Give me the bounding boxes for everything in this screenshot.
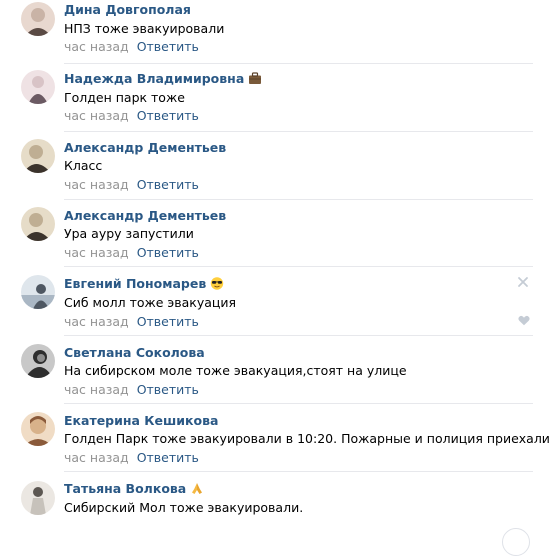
scroll-up-button[interactable] <box>502 528 530 556</box>
comment-text: На сибирском моле тоже эвакуация,стоят н… <box>64 363 407 378</box>
reply-link[interactable]: Ответить <box>137 177 199 192</box>
comment-meta: час назад Ответить <box>64 39 199 54</box>
comment-author[interactable]: Светлана Соколова <box>64 345 205 360</box>
comment-item: Татьяна Волкова Сибирский Мол тоже эваку… <box>0 479 549 547</box>
comment-text: Голден Парк тоже эвакуировали в 10:20. П… <box>64 431 549 446</box>
comment-time[interactable]: час назад <box>64 39 129 54</box>
comment-time[interactable]: час назад <box>64 245 129 260</box>
reply-link[interactable]: Ответить <box>137 382 199 397</box>
comment-meta: час назад Ответить <box>64 108 199 123</box>
avatar[interactable] <box>21 275 55 309</box>
comment-time[interactable]: час назад <box>64 450 129 465</box>
comment-author[interactable]: Александр Дементьев <box>64 208 226 223</box>
reply-link[interactable]: Ответить <box>137 39 199 54</box>
comment-item: Светлана Соколова На сибирском моле тоже… <box>0 342 549 410</box>
comment-item: Дина Довгополая НПЗ тоже эвакуировали ча… <box>0 0 549 68</box>
comment-author[interactable]: Евгений Пономарев <box>64 276 224 291</box>
comment-author[interactable]: Дина Довгополая <box>64 2 191 17</box>
comment-text: Ура ауру запустили <box>64 226 194 241</box>
comment-text: Голден парк тоже <box>64 90 185 105</box>
close-icon[interactable] <box>517 276 529 288</box>
divider <box>64 266 533 267</box>
comment-item: Александр Дементьев Класс час назад Ответ… <box>0 137 549 205</box>
comment-text: Класс <box>64 158 103 173</box>
comment-author[interactable]: Надежда Владимировна <box>64 71 262 86</box>
comment-meta: час назад Ответить <box>64 314 199 329</box>
comment-author[interactable]: Александр Дементьев <box>64 140 226 155</box>
avatar[interactable] <box>21 2 55 36</box>
reply-link[interactable]: Ответить <box>137 314 199 329</box>
comment-time[interactable]: час назад <box>64 177 129 192</box>
divider <box>64 335 533 336</box>
comment-item: Екатерина Кешикова Голден Парк тоже эвак… <box>0 410 549 478</box>
divider <box>64 471 533 472</box>
divider <box>64 131 533 132</box>
divider <box>64 199 533 200</box>
comment-meta: час назад Ответить <box>64 177 199 192</box>
praying-hands-icon <box>192 483 203 494</box>
comment-time[interactable]: час назад <box>64 108 129 123</box>
comment-text: НПЗ тоже эвакуировали <box>64 21 225 36</box>
comment-time[interactable]: час назад <box>64 382 129 397</box>
avatar[interactable] <box>21 481 55 515</box>
comment-item: Александр Дементьев Ура ауру запустили ч… <box>0 205 549 273</box>
comment-item: Евгений Пономарев Сиб молл тоже эвакуаци… <box>0 273 549 341</box>
comment-author[interactable]: Татьяна Волкова <box>64 481 204 496</box>
comment-time[interactable]: час назад <box>64 314 129 329</box>
briefcase-icon <box>249 72 262 84</box>
comment-text: Сибирский Мол тоже эвакуировали. <box>64 500 304 515</box>
sunglasses-icon <box>211 277 224 290</box>
comment-author[interactable]: Екатерина Кешикова <box>64 413 218 428</box>
reply-link[interactable]: Ответить <box>137 245 199 260</box>
heart-icon[interactable] <box>518 315 530 326</box>
avatar[interactable] <box>21 139 55 173</box>
avatar[interactable] <box>21 344 55 378</box>
reply-link[interactable]: Ответить <box>137 450 199 465</box>
comment-meta: час назад Ответить <box>64 245 199 260</box>
comment-item: Надежда Владимировна Голден парк тоже ча… <box>0 68 549 136</box>
avatar[interactable] <box>21 70 55 104</box>
reply-link[interactable]: Ответить <box>137 108 199 123</box>
divider <box>64 63 533 64</box>
avatar[interactable] <box>21 412 55 446</box>
comment-meta: час назад Ответить <box>64 382 199 397</box>
avatar[interactable] <box>21 207 55 241</box>
comment-text: Сиб молл тоже эвакуация <box>64 295 237 310</box>
comment-meta: час назад Ответить <box>64 450 199 465</box>
divider <box>64 403 533 404</box>
